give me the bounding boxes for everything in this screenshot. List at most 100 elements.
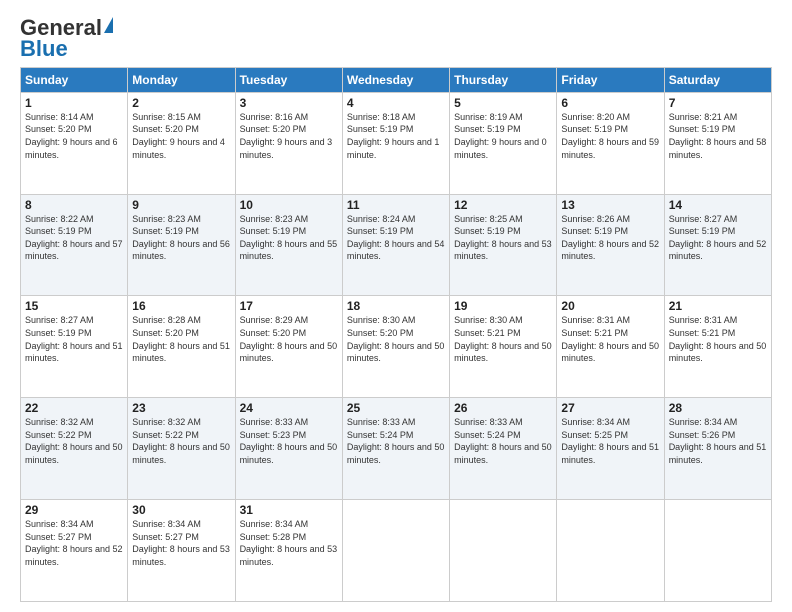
weekday-header-saturday: Saturday xyxy=(664,67,771,92)
day-number: 11 xyxy=(347,198,445,212)
day-info: Sunrise: 8:32 AMSunset: 5:22 PMDaylight:… xyxy=(132,417,230,465)
logo-triangle-icon xyxy=(104,17,113,33)
week-row-1: 1 Sunrise: 8:14 AMSunset: 5:20 PMDaylight… xyxy=(21,92,772,194)
day-number: 29 xyxy=(25,503,123,517)
day-info: Sunrise: 8:29 AMSunset: 5:20 PMDaylight:… xyxy=(240,315,338,363)
day-number: 31 xyxy=(240,503,338,517)
day-number: 21 xyxy=(669,299,767,313)
day-number: 13 xyxy=(561,198,659,212)
day-number: 5 xyxy=(454,96,552,110)
calendar-cell: 9 Sunrise: 8:23 AMSunset: 5:19 PMDaylight… xyxy=(128,194,235,296)
day-number: 24 xyxy=(240,401,338,415)
calendar-cell xyxy=(450,500,557,602)
calendar-cell: 19 Sunrise: 8:30 AMSunset: 5:21 PMDayligh… xyxy=(450,296,557,398)
day-number: 2 xyxy=(132,96,230,110)
day-info: Sunrise: 8:34 AMSunset: 5:26 PMDaylight:… xyxy=(669,417,767,465)
day-number: 7 xyxy=(669,96,767,110)
day-number: 17 xyxy=(240,299,338,313)
calendar-cell: 17 Sunrise: 8:29 AMSunset: 5:20 PMDayligh… xyxy=(235,296,342,398)
day-info: Sunrise: 8:34 AMSunset: 5:27 PMDaylight:… xyxy=(132,519,230,567)
day-info: Sunrise: 8:20 AMSunset: 5:19 PMDaylight:… xyxy=(561,112,659,160)
day-number: 23 xyxy=(132,401,230,415)
weekday-header-friday: Friday xyxy=(557,67,664,92)
calendar-cell: 4Sunrise: 8:18 AMSunset: 5:19 PMDaylight… xyxy=(342,92,449,194)
day-info: Sunrise: 8:32 AMSunset: 5:22 PMDaylight:… xyxy=(25,417,123,465)
day-info: Sunrise: 8:28 AMSunset: 5:20 PMDaylight:… xyxy=(132,315,230,363)
day-number: 10 xyxy=(240,198,338,212)
day-info: Sunrise: 8:24 AMSunset: 5:19 PMDaylight:… xyxy=(347,214,445,262)
calendar-cell: 30 Sunrise: 8:34 AMSunset: 5:27 PMDayligh… xyxy=(128,500,235,602)
calendar-cell: 3Sunrise: 8:16 AMSunset: 5:20 PMDaylight… xyxy=(235,92,342,194)
day-number: 27 xyxy=(561,401,659,415)
day-number: 14 xyxy=(669,198,767,212)
day-info: Sunrise: 8:34 AMSunset: 5:25 PMDaylight:… xyxy=(561,417,659,465)
day-info: Sunrise: 8:27 AMSunset: 5:19 PMDaylight:… xyxy=(25,315,123,363)
day-number: 25 xyxy=(347,401,445,415)
calendar-cell: 14 Sunrise: 8:27 AMSunset: 5:19 PMDayligh… xyxy=(664,194,771,296)
calendar-cell: 23 Sunrise: 8:32 AMSunset: 5:22 PMDayligh… xyxy=(128,398,235,500)
day-info: Sunrise: 8:30 AMSunset: 5:20 PMDaylight:… xyxy=(347,315,445,363)
day-info: Sunrise: 8:23 AMSunset: 5:19 PMDaylight:… xyxy=(240,214,338,262)
calendar-cell: 5 Sunrise: 8:19 AMSunset: 5:19 PMDaylight… xyxy=(450,92,557,194)
calendar-cell xyxy=(342,500,449,602)
day-number: 8 xyxy=(25,198,123,212)
logo: General Blue xyxy=(20,15,113,59)
calendar-cell: 8 Sunrise: 8:22 AMSunset: 5:19 PMDaylight… xyxy=(21,194,128,296)
day-info: Sunrise: 8:23 AMSunset: 5:19 PMDaylight:… xyxy=(132,214,230,262)
calendar-cell: 22 Sunrise: 8:32 AMSunset: 5:22 PMDayligh… xyxy=(21,398,128,500)
day-number: 1 xyxy=(25,96,123,110)
logo-blue-text: Blue xyxy=(20,39,68,59)
calendar-cell: 6 Sunrise: 8:20 AMSunset: 5:19 PMDaylight… xyxy=(557,92,664,194)
day-number: 9 xyxy=(132,198,230,212)
week-row-5: 29 Sunrise: 8:34 AMSunset: 5:27 PMDayligh… xyxy=(21,500,772,602)
weekday-header-monday: Monday xyxy=(128,67,235,92)
day-info: Sunrise: 8:16 AMSunset: 5:20 PMDaylight:… xyxy=(240,112,333,160)
calendar-cell: 18 Sunrise: 8:30 AMSunset: 5:20 PMDayligh… xyxy=(342,296,449,398)
calendar-cell: 1 Sunrise: 8:14 AMSunset: 5:20 PMDaylight… xyxy=(21,92,128,194)
calendar-cell: 29Sunrise: 8:34 AMSunset: 5:27 PMDayligh… xyxy=(21,500,128,602)
day-info: Sunrise: 8:15 AMSunset: 5:20 PMDaylight:… xyxy=(132,112,225,160)
calendar-cell: 10 Sunrise: 8:23 AMSunset: 5:19 PMDayligh… xyxy=(235,194,342,296)
day-info: Sunrise: 8:25 AMSunset: 5:19 PMDaylight:… xyxy=(454,214,552,262)
day-number: 16 xyxy=(132,299,230,313)
day-info: Sunrise: 8:21 AMSunset: 5:19 PMDaylight:… xyxy=(669,112,767,160)
day-number: 6 xyxy=(561,96,659,110)
week-row-4: 22 Sunrise: 8:32 AMSunset: 5:22 PMDayligh… xyxy=(21,398,772,500)
weekday-header-sunday: Sunday xyxy=(21,67,128,92)
day-info: Sunrise: 8:22 AMSunset: 5:19 PMDaylight:… xyxy=(25,214,123,262)
calendar-cell xyxy=(557,500,664,602)
day-info: Sunrise: 8:33 AMSunset: 5:24 PMDaylight:… xyxy=(347,417,445,465)
calendar-cell: 25 Sunrise: 8:33 AMSunset: 5:24 PMDayligh… xyxy=(342,398,449,500)
calendar-cell: 31 Sunrise: 8:34 AMSunset: 5:28 PMDayligh… xyxy=(235,500,342,602)
calendar-cell: 2 Sunrise: 8:15 AMSunset: 5:20 PMDaylight… xyxy=(128,92,235,194)
calendar-cell: 26Sunrise: 8:33 AMSunset: 5:24 PMDayligh… xyxy=(450,398,557,500)
calendar-cell: 11 Sunrise: 8:24 AMSunset: 5:19 PMDayligh… xyxy=(342,194,449,296)
calendar-cell: 20Sunrise: 8:31 AMSunset: 5:21 PMDayligh… xyxy=(557,296,664,398)
day-info: Sunrise: 8:34 AMSunset: 5:28 PMDaylight:… xyxy=(240,519,338,567)
day-info: Sunrise: 8:18 AMSunset: 5:19 PMDaylight:… xyxy=(347,112,440,160)
calendar-table: SundayMondayTuesdayWednesdayThursdayFrid… xyxy=(20,67,772,602)
page: General Blue SundayMondayTuesdayWednesda… xyxy=(0,0,792,612)
calendar-cell: 27 Sunrise: 8:34 AMSunset: 5:25 PMDayligh… xyxy=(557,398,664,500)
week-row-3: 15 Sunrise: 8:27 AMSunset: 5:19 PMDayligh… xyxy=(21,296,772,398)
day-info: Sunrise: 8:14 AMSunset: 5:20 PMDaylight:… xyxy=(25,112,118,160)
day-number: 18 xyxy=(347,299,445,313)
day-info: Sunrise: 8:33 AMSunset: 5:23 PMDaylight:… xyxy=(240,417,338,465)
day-number: 15 xyxy=(25,299,123,313)
day-number: 20 xyxy=(561,299,659,313)
calendar-cell: 16 Sunrise: 8:28 AMSunset: 5:20 PMDayligh… xyxy=(128,296,235,398)
day-info: Sunrise: 8:30 AMSunset: 5:21 PMDaylight:… xyxy=(454,315,552,363)
day-number: 12 xyxy=(454,198,552,212)
weekday-header-tuesday: Tuesday xyxy=(235,67,342,92)
day-info: Sunrise: 8:27 AMSunset: 5:19 PMDaylight:… xyxy=(669,214,767,262)
day-info: Sunrise: 8:33 AMSunset: 5:24 PMDaylight:… xyxy=(454,417,552,465)
day-number: 22 xyxy=(25,401,123,415)
day-number: 30 xyxy=(132,503,230,517)
day-info: Sunrise: 8:19 AMSunset: 5:19 PMDaylight:… xyxy=(454,112,547,160)
day-number: 19 xyxy=(454,299,552,313)
weekday-header-thursday: Thursday xyxy=(450,67,557,92)
calendar-cell: 28 Sunrise: 8:34 AMSunset: 5:26 PMDayligh… xyxy=(664,398,771,500)
day-number: 28 xyxy=(669,401,767,415)
calendar-cell: 12 Sunrise: 8:25 AMSunset: 5:19 PMDayligh… xyxy=(450,194,557,296)
calendar-cell xyxy=(664,500,771,602)
